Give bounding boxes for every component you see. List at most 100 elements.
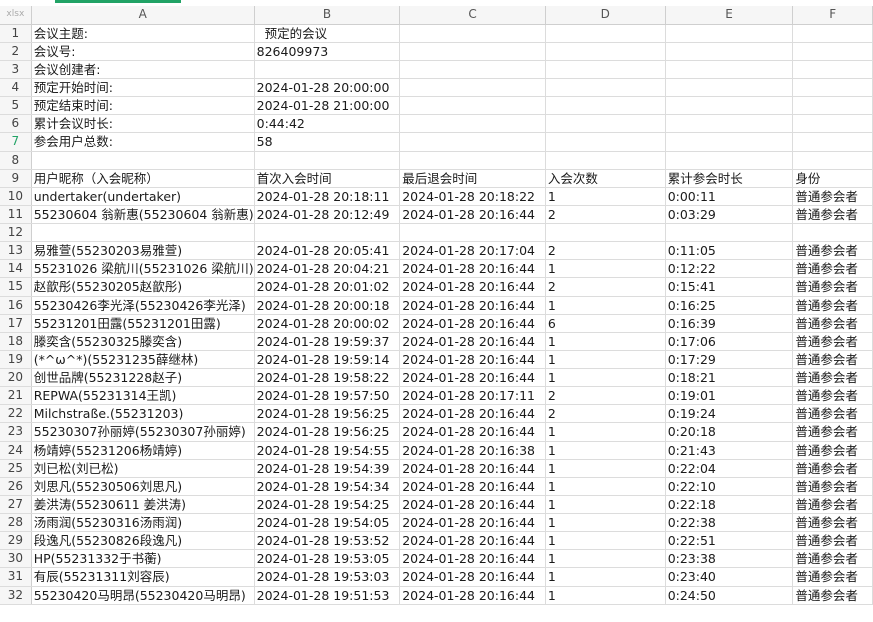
cell-e25[interactable]: 0:22:04 bbox=[665, 459, 794, 478]
cell-e1[interactable] bbox=[665, 24, 794, 43]
cell-b16[interactable]: 2024-01-28 20:00:18 bbox=[254, 296, 401, 315]
cell-c11[interactable]: 2024-01-28 20:16:44 bbox=[399, 205, 546, 225]
cell-d6[interactable] bbox=[545, 114, 666, 134]
cell-a31[interactable]: 有辰(55231311刘容辰) bbox=[31, 567, 255, 587]
cell-a5[interactable]: 预定结束时间: bbox=[31, 96, 255, 116]
cell-c19[interactable]: 2024-01-28 20:16:44 bbox=[399, 350, 546, 370]
row-header[interactable]: 2 bbox=[0, 42, 32, 61]
row-header[interactable]: 14 bbox=[0, 259, 32, 279]
cell-f19[interactable]: 普通参会者 bbox=[792, 350, 873, 370]
row-header[interactable]: 28 bbox=[0, 513, 32, 533]
cell-c16[interactable]: 2024-01-28 20:16:44 bbox=[399, 296, 546, 315]
cell-e16[interactable]: 0:16:25 bbox=[665, 296, 794, 315]
row-header[interactable]: 7 bbox=[0, 132, 32, 152]
row-header[interactable]: 13 bbox=[0, 241, 32, 261]
cell-b11[interactable]: 2024-01-28 20:12:49 bbox=[254, 205, 401, 225]
cell-a17[interactable]: 55231201田露(55231201田露) bbox=[31, 314, 255, 333]
cell-a23[interactable]: 55230307孙丽婷(55230307孙丽婷) bbox=[31, 422, 255, 442]
cell-e30[interactable]: 0:23:38 bbox=[665, 549, 794, 569]
cell-d25[interactable]: 1 bbox=[545, 459, 666, 478]
cell-e14[interactable]: 0:12:22 bbox=[665, 259, 794, 279]
cell-e2[interactable] bbox=[665, 42, 794, 61]
cell-f11[interactable]: 普通参会者 bbox=[792, 205, 873, 225]
cell-b5[interactable]: 2024-01-28 21:00:00 bbox=[254, 96, 401, 116]
cell-d15[interactable]: 2 bbox=[545, 277, 666, 297]
cell-c29[interactable]: 2024-01-28 20:16:44 bbox=[399, 531, 546, 551]
row-header[interactable]: 20 bbox=[0, 368, 32, 388]
cell-a20[interactable]: 创世品牌(55231228赵子) bbox=[31, 368, 255, 388]
cell-b23[interactable]: 2024-01-28 19:56:25 bbox=[254, 422, 401, 442]
cell-d26[interactable]: 1 bbox=[545, 477, 666, 496]
cell-b14[interactable]: 2024-01-28 20:04:21 bbox=[254, 259, 401, 279]
cell-c6[interactable] bbox=[399, 114, 546, 134]
cell-d24[interactable]: 1 bbox=[545, 441, 666, 460]
cell-f21[interactable]: 普通参会者 bbox=[792, 386, 873, 406]
cell-c3[interactable] bbox=[399, 60, 546, 80]
cell-e29[interactable]: 0:22:51 bbox=[665, 531, 794, 551]
row-header[interactable]: 24 bbox=[0, 441, 32, 460]
cell-b22[interactable]: 2024-01-28 19:56:25 bbox=[254, 404, 401, 424]
row-header[interactable]: 4 bbox=[0, 78, 32, 98]
cell-f32[interactable]: 普通参会者 bbox=[792, 586, 873, 605]
cell-c13[interactable]: 2024-01-28 20:17:04 bbox=[399, 241, 546, 261]
cell-c8[interactable] bbox=[399, 151, 546, 170]
cell-e23[interactable]: 0:20:18 bbox=[665, 422, 794, 442]
cell-c7[interactable] bbox=[399, 132, 546, 152]
cell-f26[interactable]: 普通参会者 bbox=[792, 477, 873, 496]
row-header[interactable]: 29 bbox=[0, 531, 32, 551]
cell-d4[interactable] bbox=[545, 78, 666, 98]
cell-c15[interactable]: 2024-01-28 20:16:44 bbox=[399, 277, 546, 297]
cell-f15[interactable]: 普通参会者 bbox=[792, 277, 873, 297]
cell-d22[interactable]: 2 bbox=[545, 404, 666, 424]
row-header[interactable]: 12 bbox=[0, 223, 32, 243]
cell-a27[interactable]: 姜洪涛(55230611 姜洪涛) bbox=[31, 495, 255, 515]
cell-c20[interactable]: 2024-01-28 20:16:44 bbox=[399, 368, 546, 388]
cell-e31[interactable]: 0:23:40 bbox=[665, 567, 794, 587]
cell-b10[interactable]: 2024-01-28 20:18:11 bbox=[254, 187, 401, 206]
cell-f25[interactable]: 普通参会者 bbox=[792, 459, 873, 478]
cell-b25[interactable]: 2024-01-28 19:54:39 bbox=[254, 459, 401, 478]
cell-d1[interactable] bbox=[545, 24, 666, 43]
cell-d11[interactable]: 2 bbox=[545, 205, 666, 225]
row-header[interactable]: 17 bbox=[0, 314, 32, 333]
cell-a15[interactable]: 赵歆彤(55230205赵歆彤) bbox=[31, 277, 255, 297]
cell-e6[interactable] bbox=[665, 114, 794, 134]
cell-c26[interactable]: 2024-01-28 20:16:44 bbox=[399, 477, 546, 496]
cell-c21[interactable]: 2024-01-28 20:17:11 bbox=[399, 386, 546, 406]
row-header[interactable]: 10 bbox=[0, 187, 32, 206]
cell-b26[interactable]: 2024-01-28 19:54:34 bbox=[254, 477, 401, 496]
row-header[interactable]: 5 bbox=[0, 96, 32, 116]
cell-b7[interactable]: 58 bbox=[254, 132, 401, 152]
cell-d20[interactable]: 1 bbox=[545, 368, 666, 388]
row-header[interactable]: 16 bbox=[0, 296, 32, 315]
cell-b13[interactable]: 2024-01-28 20:05:41 bbox=[254, 241, 401, 261]
cell-b21[interactable]: 2024-01-28 19:57:50 bbox=[254, 386, 401, 406]
cell-f24[interactable]: 普通参会者 bbox=[792, 441, 873, 460]
cell-b19[interactable]: 2024-01-28 19:59:14 bbox=[254, 350, 401, 370]
row-header[interactable]: 8 bbox=[0, 151, 32, 170]
cell-b27[interactable]: 2024-01-28 19:54:25 bbox=[254, 495, 401, 515]
cell-f28[interactable]: 普通参会者 bbox=[792, 513, 873, 533]
cell-f1[interactable] bbox=[792, 24, 873, 43]
cell-b29[interactable]: 2024-01-28 19:53:52 bbox=[254, 531, 401, 551]
cell-f6[interactable] bbox=[792, 114, 873, 134]
row-header[interactable]: 21 bbox=[0, 386, 32, 406]
cell-d19[interactable]: 1 bbox=[545, 350, 666, 370]
cell-f9[interactable]: 身份 bbox=[792, 169, 873, 188]
cell-b31[interactable]: 2024-01-28 19:53:03 bbox=[254, 567, 401, 587]
cell-e19[interactable]: 0:17:29 bbox=[665, 350, 794, 370]
cell-c31[interactable]: 2024-01-28 20:16:44 bbox=[399, 567, 546, 587]
cell-b1[interactable]: 预定的会议 bbox=[254, 24, 401, 43]
cell-b32[interactable]: 2024-01-28 19:51:53 bbox=[254, 586, 401, 605]
cell-c14[interactable]: 2024-01-28 20:16:44 bbox=[399, 259, 546, 279]
cell-d16[interactable]: 1 bbox=[545, 296, 666, 315]
cell-f10[interactable]: 普通参会者 bbox=[792, 187, 873, 206]
cell-c10[interactable]: 2024-01-28 20:18:22 bbox=[399, 187, 546, 206]
cell-c32[interactable]: 2024-01-28 20:16:44 bbox=[399, 586, 546, 605]
cell-d31[interactable]: 1 bbox=[545, 567, 666, 587]
column-header-c[interactable]: C bbox=[399, 6, 546, 25]
cell-c30[interactable]: 2024-01-28 20:16:44 bbox=[399, 549, 546, 569]
cell-a8[interactable] bbox=[31, 151, 255, 170]
cell-a11[interactable]: 55230604 翁新惠(55230604 翁新惠) bbox=[31, 205, 255, 225]
cell-d13[interactable]: 2 bbox=[545, 241, 666, 261]
